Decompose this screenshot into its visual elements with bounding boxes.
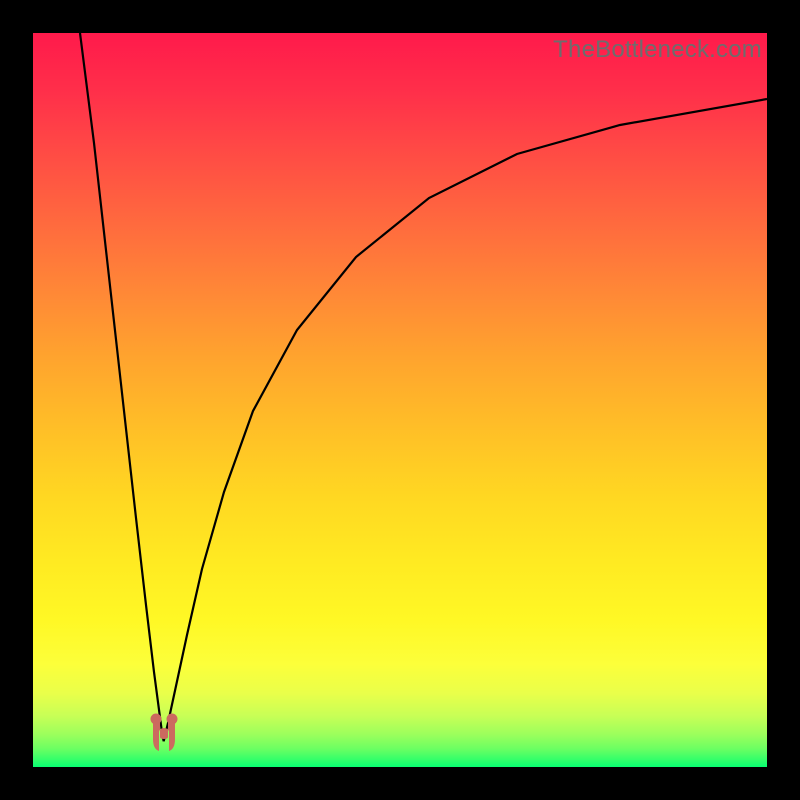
cusp-marker-icon bbox=[151, 714, 177, 751]
curve-right-branch bbox=[164, 99, 767, 741]
plot-area bbox=[33, 33, 767, 767]
bottleneck-curve bbox=[33, 33, 767, 767]
curve-left-branch bbox=[80, 33, 164, 741]
chart-frame: TheBottleneck.com bbox=[0, 0, 800, 800]
